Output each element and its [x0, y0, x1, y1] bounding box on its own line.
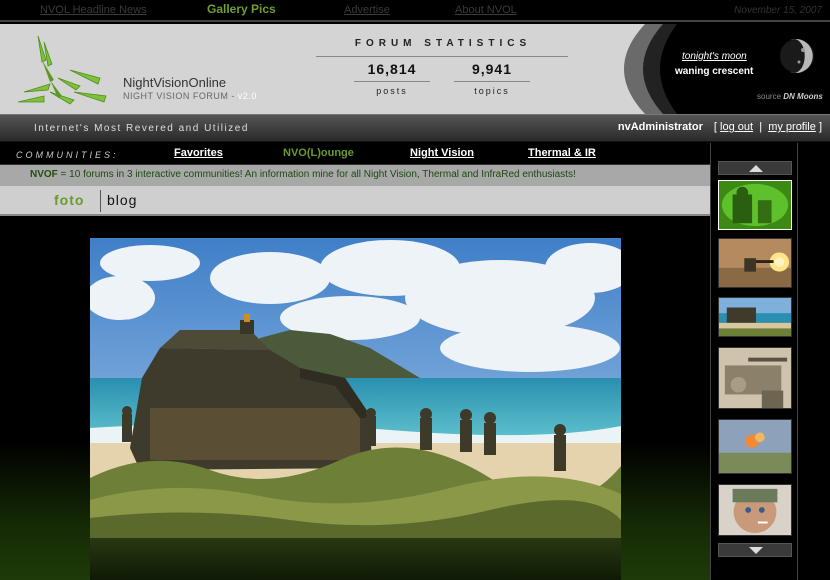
forum-statistics-title: FORUM STATISTICS — [354, 38, 532, 49]
info-text: NVOF = 10 forums in 3 interactive commun… — [30, 169, 576, 180]
tagline: Internet's Most Revered and Utilized — [34, 123, 249, 134]
top-navigation: NVOL Headline News Gallery Pics Advertis… — [0, 0, 830, 22]
user-box: nvAdministrator [ log out | my profile ] — [617, 121, 822, 133]
thumbnail-1[interactable] — [718, 180, 792, 230]
communities-label: COMMUNITIES: — [16, 150, 119, 160]
tagline-bar: Internet's Most Revered and Utilized nvA… — [0, 114, 830, 142]
right-edge-strip — [799, 143, 830, 580]
moon-icon — [780, 39, 814, 73]
photo-reflection — [90, 538, 621, 580]
logout-link[interactable]: log out — [720, 121, 753, 133]
featured-photo[interactable] — [90, 238, 621, 538]
topics-divider — [454, 81, 530, 82]
nav-link-advertise[interactable]: Advertise — [344, 4, 390, 16]
community-lounge[interactable]: NVO(L)ounge — [283, 147, 354, 159]
thumbnail-6[interactable] — [718, 484, 792, 536]
section-bar: foto blog — [0, 186, 710, 216]
community-favorites[interactable]: Favorites — [174, 147, 223, 159]
moon-source-name[interactable]: DN Moons — [783, 92, 823, 101]
posts-label: posts — [376, 86, 408, 96]
communities-bar: COMMUNITIES: Favorites NVO(L)ounge Night… — [0, 143, 710, 165]
nvo-logo-icon[interactable] — [14, 30, 114, 110]
community-thermal-ir[interactable]: Thermal & IR — [528, 147, 596, 159]
moon-phase: waning crescent — [675, 66, 754, 77]
my-profile-link[interactable]: my profile — [768, 121, 816, 133]
scroll-up-button[interactable] — [718, 161, 792, 175]
info-brand: NVOF — [30, 169, 58, 180]
stats-divider — [316, 56, 568, 57]
thumbnail-sidebar — [710, 143, 798, 580]
main-photo-area — [0, 218, 710, 580]
username: nvAdministrator — [617, 121, 703, 133]
posts-divider — [354, 81, 430, 82]
arrow-up-icon — [749, 165, 763, 172]
thumbnail-3[interactable] — [718, 297, 792, 337]
moon-source: source DN Moons — [757, 92, 823, 101]
info-bar: NVOF = 10 forums in 3 interactive commun… — [0, 165, 710, 186]
current-date: November 15, 2007 — [734, 5, 822, 16]
scroll-down-button[interactable] — [718, 543, 792, 557]
thumbnail-5[interactable] — [718, 419, 792, 474]
section-foto[interactable]: foto — [54, 192, 84, 208]
topics-count: 9,941 — [471, 61, 513, 77]
community-night-vision[interactable]: Night Vision — [410, 147, 474, 159]
site-subtitle: NIGHT VISION FORUM - v2.0 — [123, 91, 257, 101]
thumbnail-4[interactable] — [718, 347, 792, 409]
moon-label[interactable]: tonight's moon — [682, 51, 747, 62]
version-label: v2.0 — [237, 91, 257, 101]
section-blog[interactable]: blog — [107, 192, 137, 208]
site-name: NightVisionOnline — [123, 75, 227, 90]
nav-link-gallery-pics[interactable]: Gallery Pics — [207, 2, 276, 16]
nav-link-headline-news[interactable]: NVOL Headline News — [40, 4, 147, 16]
site-header: NightVisionOnline NIGHT VISION FORUM - v… — [0, 24, 830, 114]
arrow-down-icon — [749, 547, 763, 554]
nav-link-about[interactable]: About NVOL — [455, 4, 517, 16]
section-divider — [100, 190, 101, 212]
topics-label: topics — [474, 86, 510, 96]
posts-count: 16,814 — [367, 61, 417, 77]
thumbnail-2[interactable] — [718, 238, 792, 288]
